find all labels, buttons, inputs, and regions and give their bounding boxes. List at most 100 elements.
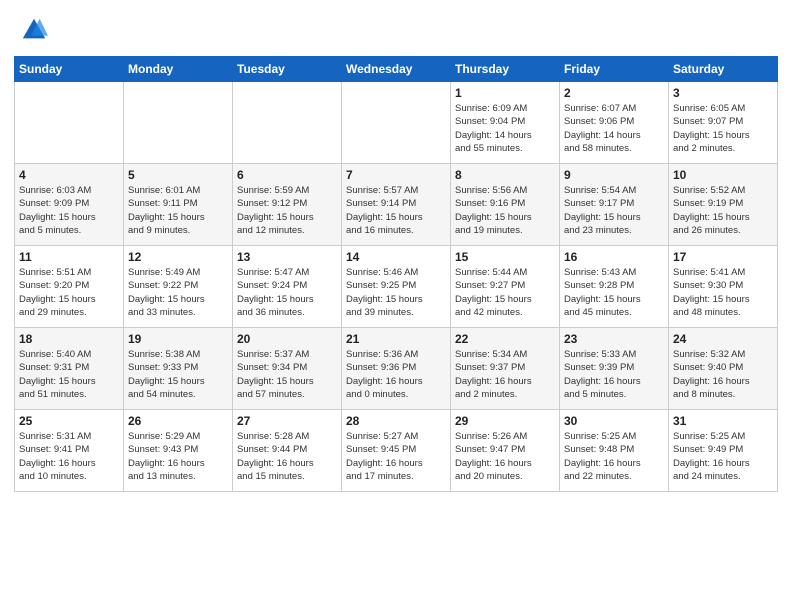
day-number: 1 bbox=[455, 86, 555, 100]
day-info: Sunrise: 5:36 AM Sunset: 9:36 PM Dayligh… bbox=[346, 348, 446, 401]
day-number: 9 bbox=[564, 168, 664, 182]
calendar-cell: 9 Sunrise: 5:54 AM Sunset: 9:17 PM Daylig… bbox=[560, 164, 669, 246]
calendar-cell: 1 Sunrise: 6:09 AM Sunset: 9:04 PM Daylig… bbox=[451, 82, 560, 164]
calendar-cell: 12 Sunrise: 5:49 AM Sunset: 9:22 PM Dayli… bbox=[124, 246, 233, 328]
calendar-cell: 18Sunrise: 5:40 AM Sunset: 9:31 PM Dayli… bbox=[15, 328, 124, 410]
day-number: 12 bbox=[128, 250, 228, 264]
calendar-cell: 2 Sunrise: 6:07 AM Sunset: 9:06 PM Daylig… bbox=[560, 82, 669, 164]
day-info: Sunrise: 5:56 AM Sunset: 9:16 PM Dayligh… bbox=[455, 184, 555, 237]
day-number: 14 bbox=[346, 250, 446, 264]
calendar-cell: 4Sunrise: 6:03 AM Sunset: 9:09 PM Daylig… bbox=[15, 164, 124, 246]
calendar-cell: 31Sunrise: 5:25 AM Sunset: 9:49 PM Dayli… bbox=[669, 410, 778, 492]
day-info: Sunrise: 5:46 AM Sunset: 9:25 PM Dayligh… bbox=[346, 266, 446, 319]
calendar-cell: 13 Sunrise: 5:47 AM Sunset: 9:24 PM Dayli… bbox=[233, 246, 342, 328]
day-number: 22 bbox=[455, 332, 555, 346]
calendar-cell: 29 Sunrise: 5:26 AM Sunset: 9:47 PM Dayli… bbox=[451, 410, 560, 492]
weekday-header-monday: Monday bbox=[124, 57, 233, 82]
page-header bbox=[0, 0, 792, 48]
calendar-cell: 16 Sunrise: 5:43 AM Sunset: 9:28 PM Dayli… bbox=[560, 246, 669, 328]
day-info: Sunrise: 5:37 AM Sunset: 9:34 PM Dayligh… bbox=[237, 348, 337, 401]
calendar-cell: 5 Sunrise: 6:01 AM Sunset: 9:11 PM Daylig… bbox=[124, 164, 233, 246]
day-info: Sunrise: 5:28 AM Sunset: 9:44 PM Dayligh… bbox=[237, 430, 337, 483]
day-info: Sunrise: 5:54 AM Sunset: 9:17 PM Dayligh… bbox=[564, 184, 664, 237]
day-number: 26 bbox=[128, 414, 228, 428]
day-number: 28 bbox=[346, 414, 446, 428]
day-info: Sunrise: 5:52 AM Sunset: 9:19 PM Dayligh… bbox=[673, 184, 773, 237]
day-number: 20 bbox=[237, 332, 337, 346]
day-number: 4 bbox=[19, 168, 119, 182]
day-info: Sunrise: 5:32 AM Sunset: 9:40 PM Dayligh… bbox=[673, 348, 773, 401]
day-info: Sunrise: 6:01 AM Sunset: 9:11 PM Dayligh… bbox=[128, 184, 228, 237]
calendar-cell: 21 Sunrise: 5:36 AM Sunset: 9:36 PM Dayli… bbox=[342, 328, 451, 410]
weekday-header-friday: Friday bbox=[560, 57, 669, 82]
day-number: 5 bbox=[128, 168, 228, 182]
day-info: Sunrise: 6:07 AM Sunset: 9:06 PM Dayligh… bbox=[564, 102, 664, 155]
calendar-wrap: SundayMondayTuesdayWednesdayThursdayFrid… bbox=[0, 56, 792, 506]
weekday-header-wednesday: Wednesday bbox=[342, 57, 451, 82]
day-number: 29 bbox=[455, 414, 555, 428]
weekday-header-row: SundayMondayTuesdayWednesdayThursdayFrid… bbox=[15, 57, 778, 82]
calendar-cell bbox=[124, 82, 233, 164]
day-info: Sunrise: 6:05 AM Sunset: 9:07 PM Dayligh… bbox=[673, 102, 773, 155]
day-info: Sunrise: 5:43 AM Sunset: 9:28 PM Dayligh… bbox=[564, 266, 664, 319]
calendar-cell: 28 Sunrise: 5:27 AM Sunset: 9:45 PM Dayli… bbox=[342, 410, 451, 492]
day-number: 24 bbox=[673, 332, 773, 346]
day-info: Sunrise: 5:41 AM Sunset: 9:30 PM Dayligh… bbox=[673, 266, 773, 319]
day-number: 27 bbox=[237, 414, 337, 428]
weekday-header-saturday: Saturday bbox=[669, 57, 778, 82]
week-row-4: 18Sunrise: 5:40 AM Sunset: 9:31 PM Dayli… bbox=[15, 328, 778, 410]
calendar-cell: 17Sunrise: 5:41 AM Sunset: 9:30 PM Dayli… bbox=[669, 246, 778, 328]
day-info: Sunrise: 5:57 AM Sunset: 9:14 PM Dayligh… bbox=[346, 184, 446, 237]
day-info: Sunrise: 5:33 AM Sunset: 9:39 PM Dayligh… bbox=[564, 348, 664, 401]
day-number: 10 bbox=[673, 168, 773, 182]
day-number: 11 bbox=[19, 250, 119, 264]
calendar-cell bbox=[15, 82, 124, 164]
day-number: 15 bbox=[455, 250, 555, 264]
calendar-cell: 20 Sunrise: 5:37 AM Sunset: 9:34 PM Dayli… bbox=[233, 328, 342, 410]
calendar-cell bbox=[233, 82, 342, 164]
day-number: 19 bbox=[128, 332, 228, 346]
calendar-cell: 22Sunrise: 5:34 AM Sunset: 9:37 PM Dayli… bbox=[451, 328, 560, 410]
calendar-cell: 23 Sunrise: 5:33 AM Sunset: 9:39 PM Dayli… bbox=[560, 328, 669, 410]
day-info: Sunrise: 5:38 AM Sunset: 9:33 PM Dayligh… bbox=[128, 348, 228, 401]
weekday-header-tuesday: Tuesday bbox=[233, 57, 342, 82]
calendar-cell: 6Sunrise: 5:59 AM Sunset: 9:12 PM Daylig… bbox=[233, 164, 342, 246]
calendar-table: SundayMondayTuesdayWednesdayThursdayFrid… bbox=[14, 56, 778, 492]
calendar-cell: 27 Sunrise: 5:28 AM Sunset: 9:44 PM Dayli… bbox=[233, 410, 342, 492]
calendar-cell: 11 Sunrise: 5:51 AM Sunset: 9:20 PM Dayli… bbox=[15, 246, 124, 328]
day-number: 16 bbox=[564, 250, 664, 264]
day-number: 21 bbox=[346, 332, 446, 346]
weekday-header-sunday: Sunday bbox=[15, 57, 124, 82]
week-row-1: 1 Sunrise: 6:09 AM Sunset: 9:04 PM Daylig… bbox=[15, 82, 778, 164]
week-row-3: 11 Sunrise: 5:51 AM Sunset: 9:20 PM Dayli… bbox=[15, 246, 778, 328]
day-number: 3 bbox=[673, 86, 773, 100]
day-info: Sunrise: 5:44 AM Sunset: 9:27 PM Dayligh… bbox=[455, 266, 555, 319]
day-info: Sunrise: 5:51 AM Sunset: 9:20 PM Dayligh… bbox=[19, 266, 119, 319]
logo bbox=[20, 16, 52, 44]
week-row-5: 25 Sunrise: 5:31 AM Sunset: 9:41 PM Dayli… bbox=[15, 410, 778, 492]
calendar-cell: 10 Sunrise: 5:52 AM Sunset: 9:19 PM Dayli… bbox=[669, 164, 778, 246]
day-info: Sunrise: 6:09 AM Sunset: 9:04 PM Dayligh… bbox=[455, 102, 555, 155]
calendar-cell: 26 Sunrise: 5:29 AM Sunset: 9:43 PM Dayli… bbox=[124, 410, 233, 492]
day-number: 2 bbox=[564, 86, 664, 100]
calendar-cell: 14 Sunrise: 5:46 AM Sunset: 9:25 PM Dayli… bbox=[342, 246, 451, 328]
calendar-cell: 30Sunrise: 5:25 AM Sunset: 9:48 PM Dayli… bbox=[560, 410, 669, 492]
day-info: Sunrise: 5:47 AM Sunset: 9:24 PM Dayligh… bbox=[237, 266, 337, 319]
day-info: Sunrise: 5:59 AM Sunset: 9:12 PM Dayligh… bbox=[237, 184, 337, 237]
day-info: Sunrise: 5:49 AM Sunset: 9:22 PM Dayligh… bbox=[128, 266, 228, 319]
day-number: 23 bbox=[564, 332, 664, 346]
day-number: 31 bbox=[673, 414, 773, 428]
logo-icon bbox=[20, 16, 48, 44]
day-info: Sunrise: 5:27 AM Sunset: 9:45 PM Dayligh… bbox=[346, 430, 446, 483]
day-number: 13 bbox=[237, 250, 337, 264]
day-info: Sunrise: 5:29 AM Sunset: 9:43 PM Dayligh… bbox=[128, 430, 228, 483]
day-number: 30 bbox=[564, 414, 664, 428]
day-number: 25 bbox=[19, 414, 119, 428]
day-number: 8 bbox=[455, 168, 555, 182]
location-subtitle bbox=[0, 48, 792, 56]
day-info: Sunrise: 5:31 AM Sunset: 9:41 PM Dayligh… bbox=[19, 430, 119, 483]
calendar-cell bbox=[342, 82, 451, 164]
day-info: Sunrise: 5:40 AM Sunset: 9:31 PM Dayligh… bbox=[19, 348, 119, 401]
calendar-cell: 3 Sunrise: 6:05 AM Sunset: 9:07 PM Daylig… bbox=[669, 82, 778, 164]
day-info: Sunrise: 5:26 AM Sunset: 9:47 PM Dayligh… bbox=[455, 430, 555, 483]
